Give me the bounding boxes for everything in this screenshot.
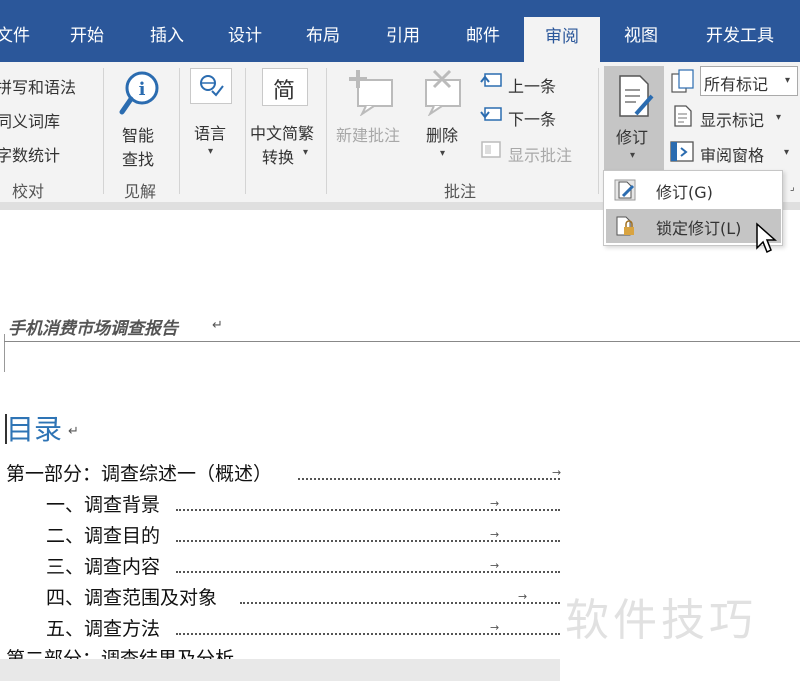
chevron-down-icon[interactable]: ▾ bbox=[303, 147, 308, 158]
track-changes-icon bbox=[614, 179, 636, 201]
markup-select[interactable]: 所有标记 ▾ bbox=[700, 66, 798, 96]
menu-item-label: 修订(G) bbox=[656, 183, 713, 202]
tab-review[interactable]: 审阅 bbox=[524, 17, 600, 62]
language-icon bbox=[190, 68, 232, 104]
language-button[interactable]: 语言 bbox=[194, 120, 226, 144]
header-divider bbox=[4, 341, 800, 342]
watermark-text: 软件技巧 bbox=[565, 595, 757, 646]
thesaurus-button[interactable]: 同义词库 bbox=[0, 108, 60, 132]
show-comments-icon bbox=[481, 141, 501, 158]
separator bbox=[245, 68, 246, 194]
tab-mark-icon: → bbox=[552, 466, 562, 479]
track-changes-icon bbox=[619, 75, 654, 117]
tab-references[interactable]: 引用 bbox=[372, 14, 434, 62]
separator bbox=[103, 68, 104, 194]
tab-mark-icon: → bbox=[490, 621, 500, 634]
paragraph-mark-icon: ↵ bbox=[68, 424, 79, 439]
tab-mark-icon: → bbox=[518, 590, 528, 603]
chevron-down-icon[interactable]: ▾ bbox=[440, 148, 445, 159]
separator bbox=[598, 68, 599, 194]
new-comment-button[interactable]: 新建批注 bbox=[336, 122, 400, 146]
chevron-down-icon[interactable]: ▾ bbox=[776, 112, 781, 123]
group-label-proofing: 校对 bbox=[12, 182, 45, 201]
tab-insert[interactable]: 插入 bbox=[136, 14, 198, 62]
tab-view[interactable]: 视图 bbox=[610, 14, 672, 62]
tab-mark-icon: → bbox=[490, 528, 500, 541]
tab-file[interactable]: 文件 bbox=[0, 14, 38, 62]
smart-lookup-label-1[interactable]: 智能 bbox=[122, 122, 154, 146]
toc-leader bbox=[176, 540, 560, 542]
group-label-insights: 见解 bbox=[124, 182, 157, 201]
tab-layout[interactable]: 布局 bbox=[292, 14, 354, 62]
show-markup-icon bbox=[674, 105, 692, 127]
reviewing-pane-icon bbox=[670, 141, 694, 162]
chinese-conversion-label-1[interactable]: 中文简繁 bbox=[250, 120, 314, 144]
document-header[interactable]: 手机消费市场调查报告 bbox=[8, 314, 178, 339]
toc-leader bbox=[176, 571, 560, 573]
toc-entry[interactable]: 一、调查背景 bbox=[46, 490, 160, 517]
ribbon-tab-bar: 文件 开始 插入 设计 布局 引用 邮件 审阅 视图 开发工具 bbox=[0, 0, 800, 62]
toc-entry[interactable]: 第一部分：调查综述一（概述） bbox=[6, 459, 272, 486]
menu-item-track-changes[interactable]: 修订(G) bbox=[606, 173, 781, 207]
word-count-button[interactable]: 字数统计 bbox=[0, 142, 60, 166]
toc-entry[interactable]: 四、调查范围及对象 bbox=[46, 583, 217, 610]
group-label-comments: 批注 bbox=[444, 182, 477, 201]
next-comment-icon bbox=[480, 107, 502, 121]
menu-item-label: 锁定修订(L) bbox=[656, 219, 742, 238]
toc-title[interactable]: 目录 bbox=[6, 408, 62, 448]
smart-lookup-icon: i bbox=[119, 71, 159, 115]
reviewing-pane-button[interactable]: 审阅窗格 bbox=[700, 142, 764, 166]
bottom-gray-band bbox=[0, 659, 560, 681]
previous-comment-icon bbox=[480, 73, 502, 87]
toc-leader bbox=[176, 633, 560, 635]
dialog-launcher-icon[interactable]: ⌟ bbox=[790, 182, 795, 193]
lock-tracking-icon bbox=[616, 216, 634, 236]
chinese-conversion-icon: 简 bbox=[262, 68, 308, 106]
track-changes-label: 修订 bbox=[616, 128, 649, 147]
separator bbox=[179, 68, 180, 194]
toc-entry[interactable]: 五、调查方法 bbox=[46, 614, 160, 641]
paragraph-mark-icon: ↵ bbox=[212, 318, 223, 333]
spelling-grammar-button[interactable]: 拼写和语法 bbox=[0, 74, 76, 98]
chinese-glyph: 简 bbox=[273, 79, 296, 104]
track-changes-button[interactable]: 修订 ▾ bbox=[604, 66, 664, 170]
tab-design[interactable]: 设计 bbox=[214, 14, 276, 62]
delete-comment-button[interactable]: 删除 bbox=[426, 122, 458, 146]
tab-mark-icon: → bbox=[490, 559, 500, 572]
show-markup-button[interactable]: 显示标记 bbox=[700, 107, 764, 131]
delete-comment-icon bbox=[425, 69, 461, 116]
chevron-down-icon[interactable]: ▾ bbox=[784, 147, 789, 158]
new-comment-icon bbox=[349, 70, 393, 116]
markup-icon bbox=[671, 69, 694, 93]
previous-comment-button[interactable]: 上一条 bbox=[508, 73, 556, 97]
tab-mailings[interactable]: 邮件 bbox=[452, 14, 514, 62]
chevron-down-icon: ▾ bbox=[785, 75, 791, 86]
toc-entry[interactable]: 第二部分：调查结果及分析 bbox=[6, 644, 234, 659]
mouse-pointer-icon bbox=[756, 222, 777, 254]
toc-entry[interactable]: 二、调查目的 bbox=[46, 521, 160, 548]
toc-entry[interactable]: 三、调查内容 bbox=[46, 552, 160, 579]
smart-lookup-label-2[interactable]: 查找 bbox=[122, 146, 154, 170]
toc-leader bbox=[176, 509, 560, 511]
document-area[interactable]: 手机消费市场调查报告 ↵ 目录 ↵ 第一部分：调查综述一（概述） → 一、调查背… bbox=[0, 210, 800, 681]
toc-leader bbox=[298, 478, 560, 480]
margin-marker bbox=[4, 334, 5, 372]
chevron-down-icon: ▾ bbox=[630, 150, 636, 161]
separator bbox=[326, 68, 327, 194]
svg-text:i: i bbox=[139, 79, 146, 100]
chinese-conversion-label-2[interactable]: 转换 bbox=[262, 144, 294, 168]
toc-leader bbox=[240, 602, 560, 604]
tab-home[interactable]: 开始 bbox=[56, 14, 118, 62]
tab-developer[interactable]: 开发工具 bbox=[692, 14, 788, 62]
tab-mark-icon: → bbox=[490, 497, 500, 510]
show-comments-button[interactable]: 显示批注 bbox=[508, 142, 572, 166]
markup-select-value: 所有标记 bbox=[704, 75, 769, 94]
next-comment-button[interactable]: 下一条 bbox=[508, 106, 556, 130]
chevron-down-icon[interactable]: ▾ bbox=[208, 146, 213, 157]
